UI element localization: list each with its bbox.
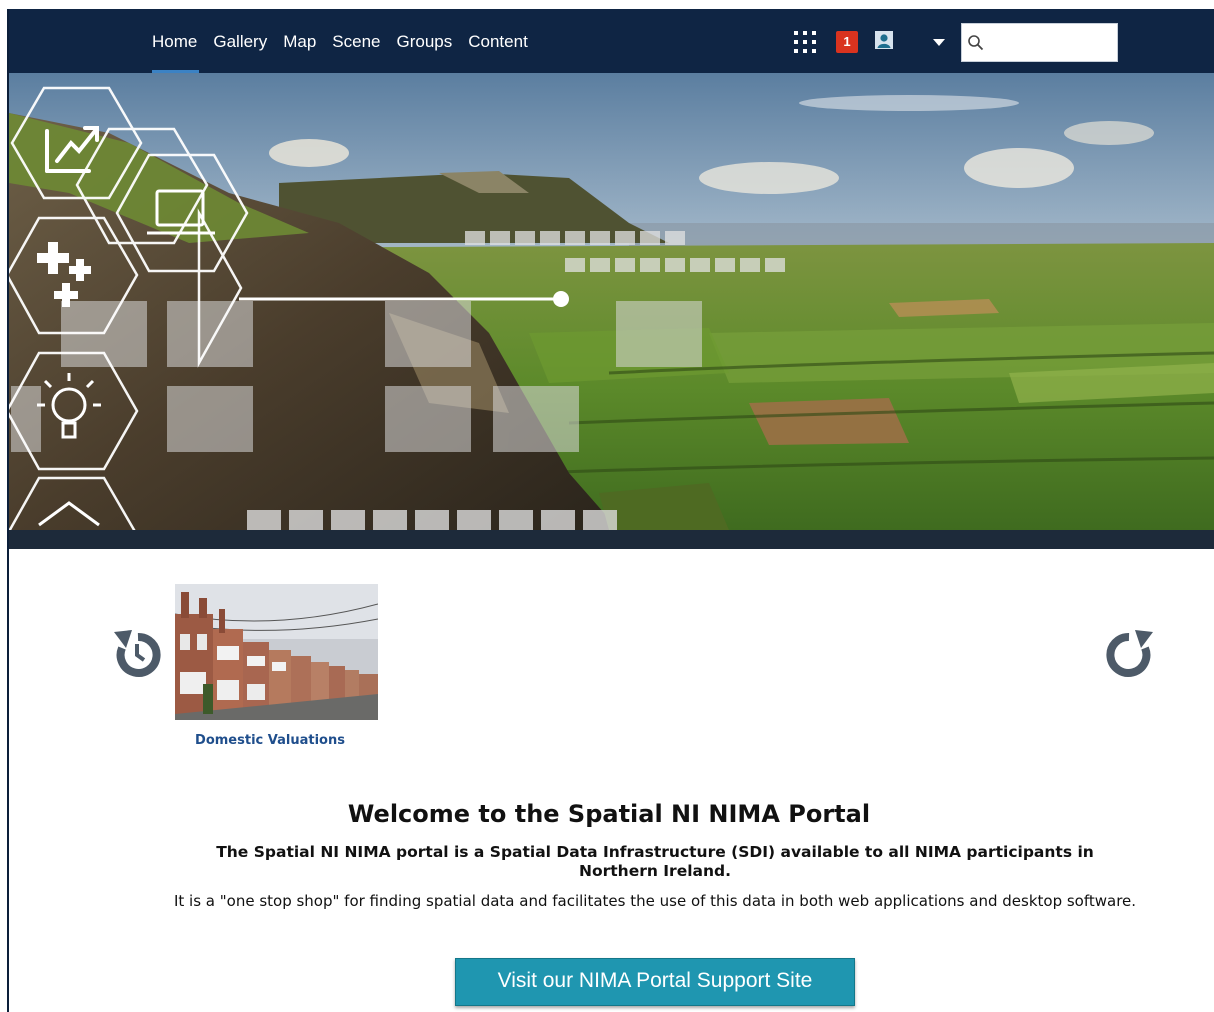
welcome-description: It is a "one stop shop" for finding spat… bbox=[173, 892, 1137, 910]
carousel-next-rotate-right-icon[interactable] bbox=[1105, 628, 1155, 678]
search-field[interactable] bbox=[961, 23, 1118, 62]
carousel-item-caption[interactable]: Domestic Valuations bbox=[175, 733, 365, 748]
nav-content[interactable]: Content bbox=[460, 31, 536, 73]
support-site-button[interactable]: Visit our NIMA Portal Support Site bbox=[455, 958, 855, 1006]
window-left-edge bbox=[0, 9, 9, 1012]
nav-map[interactable]: Map bbox=[275, 31, 324, 73]
search-icon bbox=[968, 35, 984, 51]
welcome-subtitle: The Spatial NI NIMA portal is a Spatial … bbox=[216, 843, 1094, 880]
welcome-heading: Welcome to the Spatial NI NIMA Portal bbox=[347, 800, 871, 828]
nav-groups[interactable]: Groups bbox=[389, 31, 461, 73]
hero-bottom-bar bbox=[9, 530, 1214, 549]
nav-gallery[interactable]: Gallery bbox=[205, 31, 275, 73]
carousel-item-thumbnail[interactable] bbox=[175, 584, 378, 720]
terraced-houses-image bbox=[175, 584, 378, 720]
notification-badge[interactable]: 1 bbox=[836, 31, 858, 53]
carousel-prev-rotate-left-icon[interactable] bbox=[112, 628, 162, 678]
nav-home[interactable]: Home bbox=[150, 31, 205, 73]
apps-grid-icon[interactable] bbox=[794, 31, 816, 53]
top-navigation-bar: Home Gallery Map Scene Groups Content 1 bbox=[9, 9, 1214, 73]
landscape-illustration bbox=[9, 73, 1214, 530]
user-avatar-icon[interactable] bbox=[875, 31, 893, 49]
search-input[interactable] bbox=[988, 30, 1116, 56]
window-top-edge bbox=[0, 0, 1214, 9]
user-menu-chevron-down-icon[interactable] bbox=[933, 39, 945, 46]
nav-scene[interactable]: Scene bbox=[324, 31, 388, 73]
main-nav: Home Gallery Map Scene Groups Content bbox=[150, 31, 536, 73]
hero-banner-image bbox=[9, 73, 1214, 530]
